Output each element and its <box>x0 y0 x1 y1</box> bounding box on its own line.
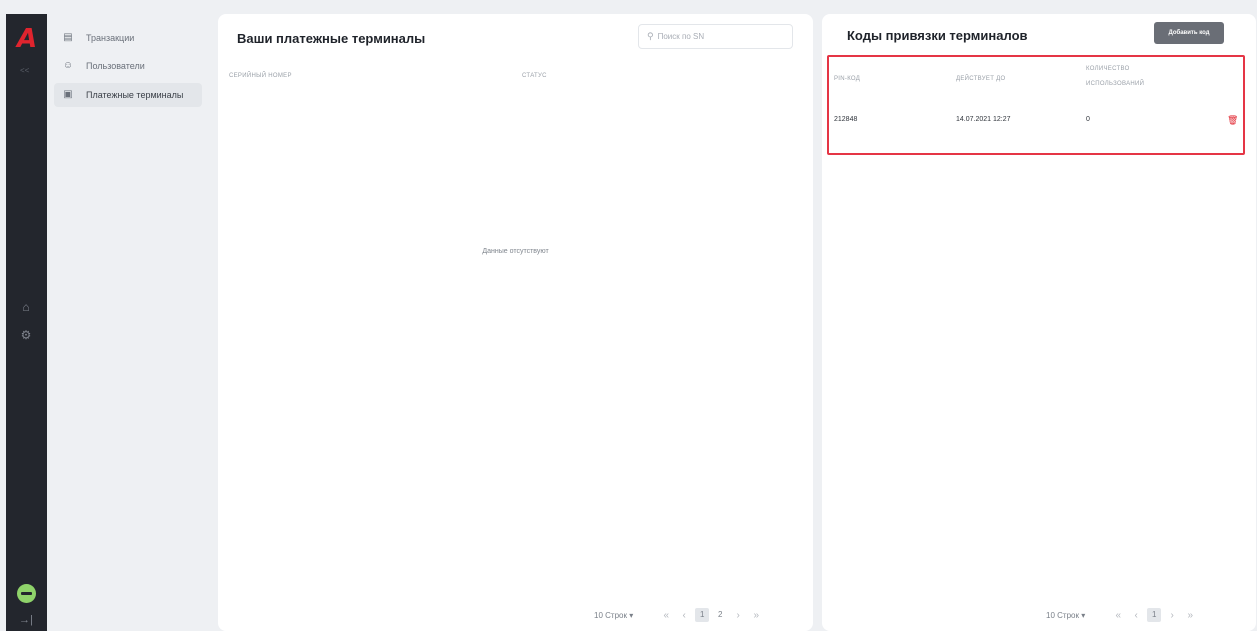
column-header-serial[interactable]: Серийный номер <box>229 73 292 79</box>
avatar[interactable] <box>17 584 36 603</box>
logout-icon[interactable]: →| <box>19 614 33 626</box>
sidebar: ▤ Транзакции ☺ Пользователи ▣ Платежные … <box>48 14 212 631</box>
column-header-pin[interactable]: PIN-код <box>834 76 860 82</box>
sidebar-item-terminals[interactable]: ▣ Платежные терминалы <box>54 83 202 107</box>
prev-page-icon[interactable]: ‹ <box>1127 610 1145 621</box>
column-header-status[interactable]: Статус <box>522 73 547 79</box>
search-input[interactable]: ⚲ Поиск по SN <box>638 24 793 49</box>
terminal-icon: ▣ <box>63 89 73 100</box>
uses-cell: 0 <box>1086 116 1090 123</box>
app-rail: A << ⌂ ⚙ →| <box>6 14 47 631</box>
highlight-box <box>827 55 1245 155</box>
empty-state-text: Данные отсутствуют <box>482 248 549 255</box>
add-code-button[interactable]: Добавить код <box>1154 22 1224 44</box>
pin-cell: 212848 <box>834 116 858 123</box>
sidebar-item-label: Пользователи <box>86 61 145 71</box>
codes-title: Коды привязки терминалов <box>847 28 1028 43</box>
search-placeholder: Поиск по SN <box>657 32 705 41</box>
next-page-icon[interactable]: › <box>729 610 747 621</box>
settings-icon[interactable]: ⚙ <box>18 327 34 343</box>
search-icon: ⚲ <box>647 31 654 41</box>
rows-per-page-select[interactable]: 10 Строк ▾ <box>594 611 633 620</box>
valid-until-cell: 14.07.2021 12:27 <box>956 116 1011 123</box>
sidebar-item-transactions[interactable]: ▤ Транзакции <box>54 26 202 50</box>
users-icon: ☺ <box>62 60 74 71</box>
terminals-panel: Ваши платежные терминалы ⚲ Поиск по SN С… <box>218 14 813 631</box>
rows-per-page-label: 10 Строк <box>594 610 627 620</box>
pagination: 10 Строк ▾ « ‹ 1 › » <box>1046 608 1199 622</box>
pagination: 10 Строк ▾ « ‹ 1 2 › » <box>594 608 765 622</box>
codes-panel: Коды привязки терминалов Добавить код PI… <box>822 14 1256 631</box>
sidebar-item-label: Платежные терминалы <box>86 90 184 100</box>
sidebar-item-users[interactable]: ☺ Пользователи <box>54 54 202 78</box>
last-page-icon[interactable]: » <box>1181 610 1199 621</box>
column-header-uses[interactable]: Количество <box>1086 66 1130 72</box>
first-page-icon[interactable]: « <box>1109 610 1127 621</box>
last-page-icon[interactable]: » <box>747 610 765 621</box>
page-button[interactable]: 1 <box>695 608 710 622</box>
app-logo[interactable]: A <box>14 26 40 52</box>
page-button[interactable]: 1 <box>1147 608 1162 622</box>
trash-icon[interactable]: 🗑 <box>1227 116 1238 125</box>
prev-page-icon[interactable]: ‹ <box>675 610 693 621</box>
column-header-valid-until[interactable]: Действует до <box>956 76 1005 82</box>
next-page-icon[interactable]: › <box>1163 610 1181 621</box>
document-icon: ▤ <box>63 32 73 43</box>
page-title: Ваши платежные терминалы <box>237 31 426 46</box>
page-button[interactable]: 2 <box>713 608 727 622</box>
home-icon[interactable]: ⌂ <box>18 299 34 315</box>
rows-per-page-select[interactable]: 10 Строк ▾ <box>1046 611 1085 620</box>
rows-per-page-label: 10 Строк <box>1046 610 1079 620</box>
column-header-uses-line2: использований <box>1086 81 1145 87</box>
sidebar-item-label: Транзакции <box>86 33 135 43</box>
collapse-icon[interactable]: << <box>20 66 29 75</box>
first-page-icon[interactable]: « <box>657 610 675 621</box>
